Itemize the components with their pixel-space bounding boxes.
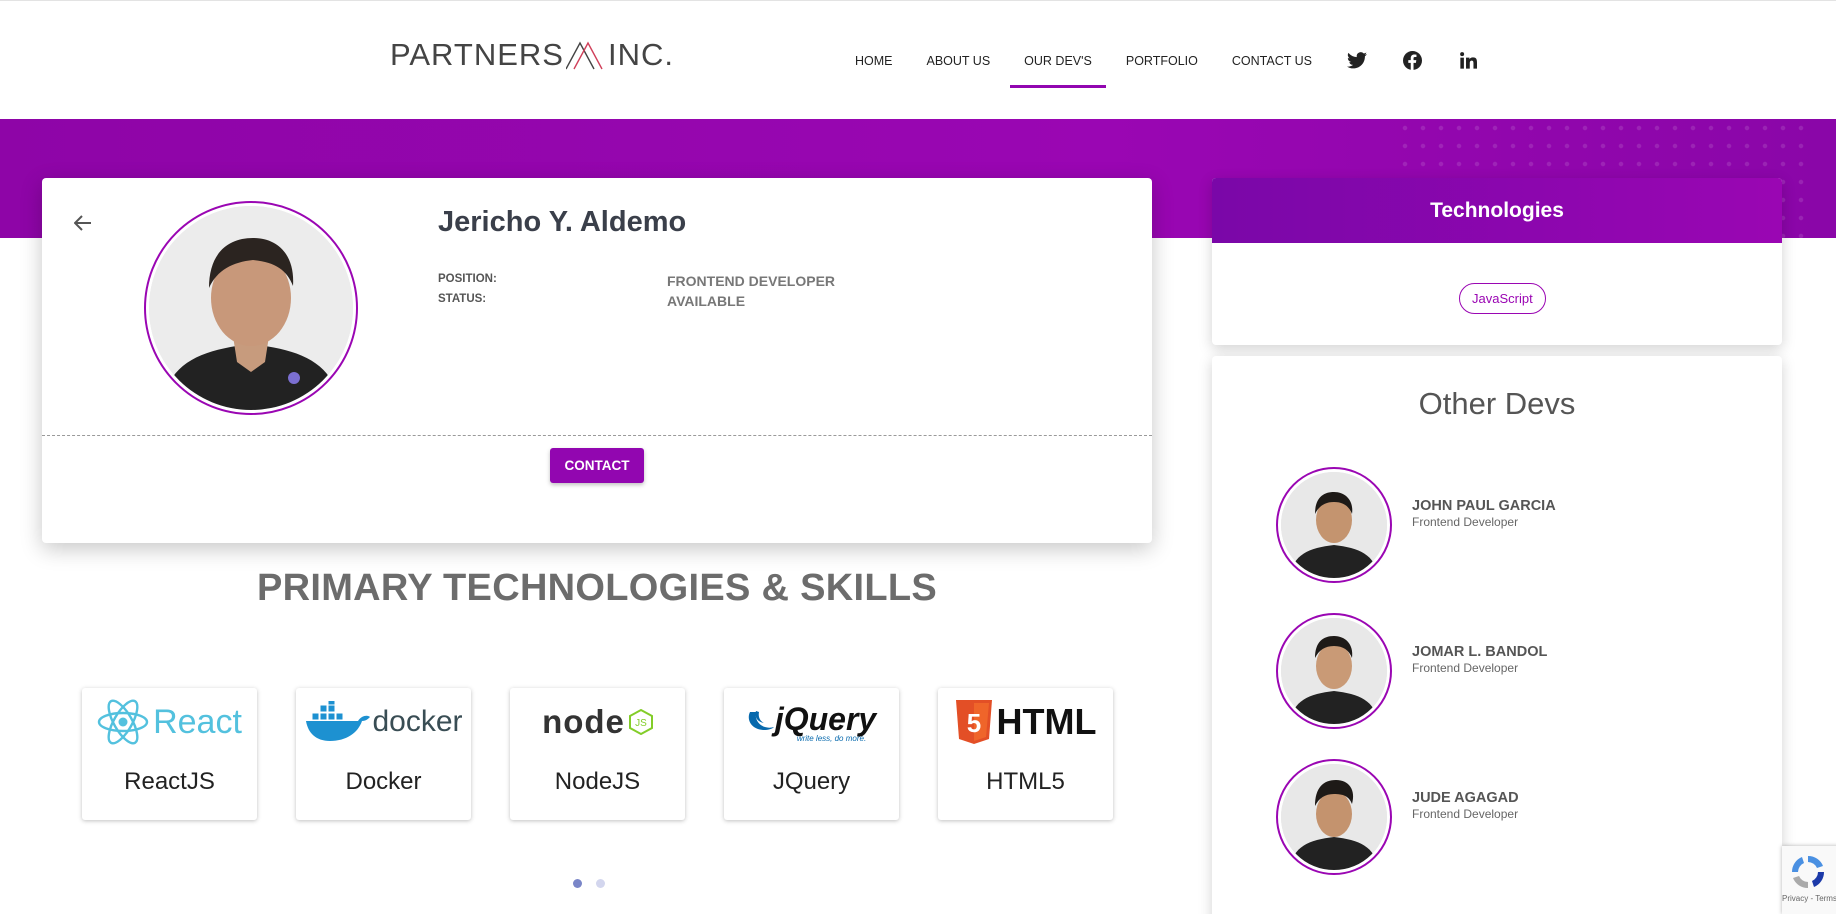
logo-text-right: INC. <box>607 37 674 72</box>
facebook-icon[interactable] <box>1402 50 1424 72</box>
dev-name: JOHN PAUL GARCIA <box>1412 498 1556 514</box>
dev-role: Frontend Developer <box>1412 661 1519 675</box>
carousel-dot[interactable] <box>596 879 605 888</box>
dev-role: Frontend Developer <box>1412 515 1519 529</box>
recaptcha-badge[interactable]: Privacy - Terms <box>1782 846 1836 914</box>
technologies-title: Technologies <box>1212 178 1782 243</box>
recaptcha-icon <box>1791 855 1825 889</box>
position-value: FRONTEND DEVELOPER <box>667 273 836 289</box>
logo-triangle-icon <box>565 41 603 70</box>
carousel-dot-active[interactable] <box>573 879 582 888</box>
dev-role: Frontend Developer <box>1412 807 1519 821</box>
skill-card-html5[interactable]: 5 HTML HTML5 <box>938 688 1113 820</box>
nav-portfolio[interactable]: PORTFOLIO <box>1126 1 1198 120</box>
avatar <box>1276 759 1392 875</box>
svg-text:5: 5 <box>966 708 980 738</box>
main-nav: HOME ABOUT US OUR DEV'S PORTFOLIO CONTAC… <box>855 1 1514 120</box>
skills-title: PRIMARY TECHNOLOGIES & SKILLS <box>256 567 938 609</box>
skill-name: JQuery <box>772 768 851 795</box>
partners-inc-logo[interactable]: PARTNERS INC. <box>390 37 674 73</box>
technologies-card: Technologies JavaScript <box>1212 178 1782 345</box>
dev-name: JOMAR L. BANDOL <box>1412 644 1548 660</box>
skill-name: NodeJS <box>554 768 641 795</box>
nav-about-us[interactable]: ABOUT US <box>927 1 991 120</box>
avatar <box>1276 467 1392 583</box>
nav-home[interactable]: HOME <box>855 1 893 120</box>
recaptcha-text: Privacy - Terms <box>1782 894 1836 903</box>
other-devs-card: Other Devs JOHN PAUL GARCIA Frontend Dev… <box>1212 356 1782 914</box>
linkedin-icon[interactable] <box>1458 50 1480 72</box>
dev-name: JUDE AGAGAD <box>1412 790 1519 806</box>
profile-card: Jericho Y. Aldemo POSITION: FRONTEND DEV… <box>42 178 1152 543</box>
tech-chip-javascript[interactable]: JavaScript <box>1459 283 1546 314</box>
contact-button[interactable]: CONTACT <box>550 448 644 483</box>
back-arrow-icon[interactable] <box>70 210 96 236</box>
skill-name: Docker <box>345 768 422 795</box>
nav-contact-us[interactable]: CONTACT US <box>1232 1 1312 120</box>
logo-text-left: PARTNERS <box>390 37 564 72</box>
twitter-icon[interactable] <box>1346 50 1368 72</box>
nav-our-devs[interactable]: OUR DEV'S <box>1010 1 1106 120</box>
svg-text:JS: JS <box>635 718 647 729</box>
card-divider <box>42 435 1152 436</box>
social-links <box>1346 50 1514 72</box>
dev-name: Jericho Y. Aldemo <box>438 206 687 238</box>
skill-card-react[interactable]: React ReactJS <box>82 688 257 820</box>
skill-name: ReactJS <box>124 768 215 795</box>
docker-logo: docker <box>296 692 471 752</box>
html5-logo: 5 HTML <box>938 692 1113 752</box>
skill-card-node[interactable]: node JS NodeJS <box>510 688 685 820</box>
position-label: POSITION: <box>438 273 497 285</box>
other-devs-title: Other Devs <box>1418 386 1576 421</box>
status-label: STATUS: <box>438 293 487 305</box>
carousel-dots <box>573 879 619 888</box>
react-logo: React <box>82 692 257 752</box>
nodejs-logo: node JS <box>510 692 685 752</box>
jquery-logo: jQuery write less, do more. <box>724 692 899 752</box>
avatar <box>1276 613 1392 729</box>
skill-card-jquery[interactable]: jQuery write less, do more. JQuery <box>724 688 899 820</box>
profile-avatar <box>144 201 358 415</box>
skill-name: HTML5 <box>986 768 1065 795</box>
site-header: PARTNERS INC. HOME ABOUT US OUR DEV'S PO… <box>0 0 1836 119</box>
skill-card-docker[interactable]: docker Docker <box>296 688 471 820</box>
status-value: AVAILABLE <box>667 293 746 309</box>
